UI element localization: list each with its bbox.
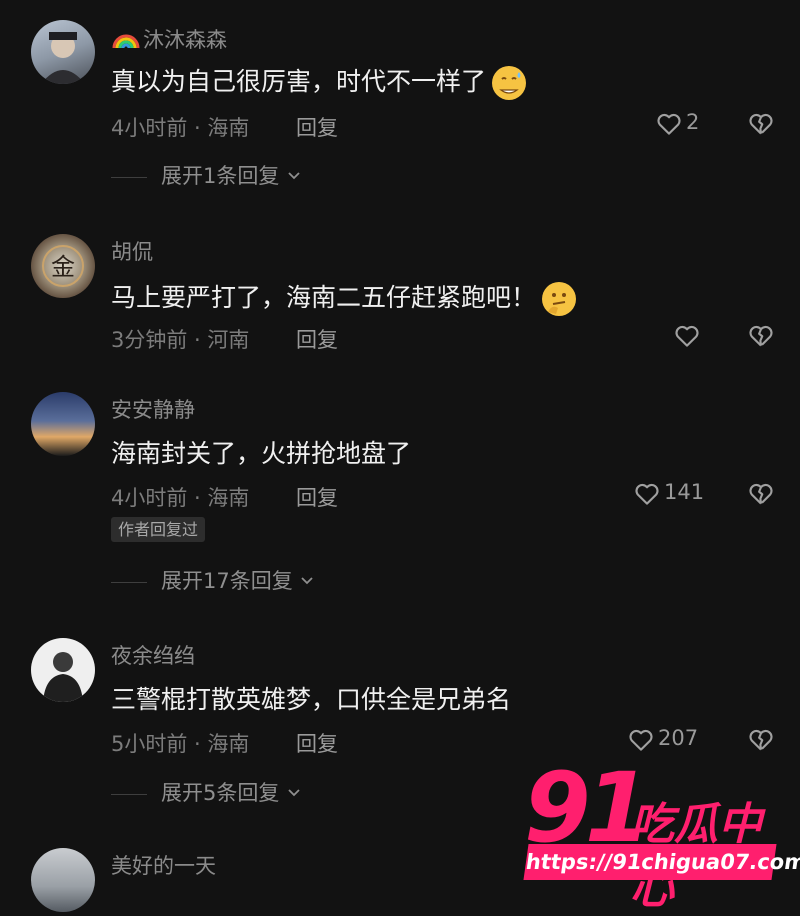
watermark-logo: 91 吃瓜中心 https://91chigua07.com: [490, 752, 800, 914]
avatar[interactable]: [31, 848, 95, 912]
watermark-url: https://91chigua07.com: [523, 844, 800, 880]
username[interactable]: 美好的一天: [111, 850, 216, 880]
